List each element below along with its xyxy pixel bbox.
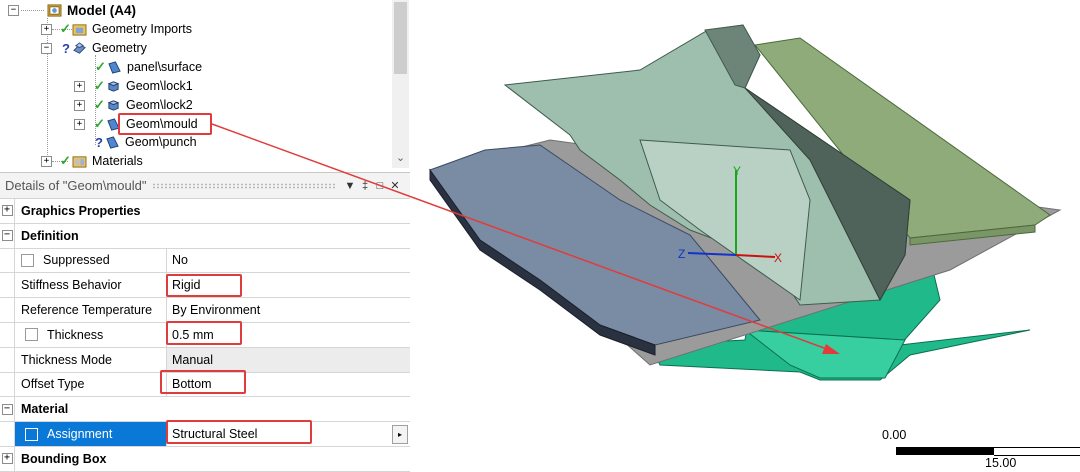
graphics-viewport[interactable]: Y Z X [410,0,1080,469]
collapse-icon[interactable]: − [41,42,52,54]
geometry-icon [73,41,86,54]
x-axis-label: X [774,251,782,265]
check-icon: ✓ [60,21,71,36]
property-name: Thickness Mode [15,347,167,372]
property-name: Offset Type [15,372,167,397]
tree-item-punch[interactable]: ? Geom\punch [95,133,199,151]
category-definition[interactable]: − Definition [0,223,410,249]
property-value[interactable]: Manual [167,347,410,372]
property-value[interactable]: By Environment [167,298,410,322]
checkbox[interactable] [25,427,38,441]
highlight-box [160,370,246,394]
property-name: Assignment [47,427,113,442]
category-label: Material [21,402,69,417]
category-label: Definition [21,228,79,243]
check-icon: ✓ [94,78,105,93]
property-name: Reference Temperature [15,298,167,322]
tree-scrollbar[interactable]: ⌄ [392,0,409,168]
property-name: Suppressed [43,253,110,268]
tree-item-panel-surface[interactable]: ✓ panel\surface [95,58,204,76]
question-icon: ? [95,134,103,150]
solid-body-icon [107,80,120,92]
dropdown-arrow-icon[interactable]: ▼ [343,180,357,192]
dropdown-arrow-icon[interactable]: ▸ [392,425,408,445]
tree-item-label: panel\surface [127,60,203,74]
highlight-box [118,113,212,135]
expand-icon[interactable]: + [41,155,52,167]
category-graphics-properties[interactable]: + Graphics Properties [0,199,410,224]
z-axis-label: Z [678,247,685,261]
tree-item-model[interactable]: − Model (A4) [8,1,138,19]
expand-icon[interactable]: + [74,80,85,92]
details-header: Details of "Geom\mould" ▼ ‡ □ ✕ [0,173,410,199]
checkbox[interactable] [21,253,34,267]
check-icon: ✓ [94,116,105,131]
tree-item-label: Geometry Imports [92,22,193,36]
grip-handle[interactable] [152,182,337,189]
property-name: Stiffness Behavior [15,273,167,298]
geometry-imports-icon [72,23,87,36]
scale-bar [896,447,1080,456]
check-icon: ✓ [95,59,106,74]
surface-body-icon [108,60,121,74]
tree-item-geometry[interactable]: − ? Geometry [41,39,149,57]
expand-icon[interactable]: + [74,99,85,111]
solid-body-icon [107,99,120,111]
tree-item-geometry-imports[interactable]: + ✓ Geometry Imports [41,20,194,38]
tree-item-label: Materials [92,154,143,168]
close-icon[interactable]: ✕ [388,179,402,192]
check-icon: ✓ [60,153,71,168]
collapse-icon[interactable]: − [1,403,13,415]
collapse-icon[interactable]: − [1,230,13,242]
chevron-down-icon[interactable]: ⌄ [392,151,409,164]
tree-item-lock1[interactable]: + ✓ Geom\lock1 [74,77,195,95]
expand-icon[interactable]: + [41,23,52,35]
property-name: Thickness [47,327,104,342]
tree-item-materials[interactable]: + ✓ Materials [41,152,145,168]
maximize-icon[interactable]: □ [373,180,387,192]
pin-icon[interactable]: ‡ [358,180,372,192]
highlight-box [166,321,242,345]
property-value[interactable]: No [167,249,410,273]
materials-icon [72,155,87,168]
expand-icon[interactable]: + [1,453,13,465]
tree-item-label: Model (A4) [67,2,136,18]
tree-item-lock2[interactable]: + ✓ Geom\lock2 [74,96,195,114]
property-row-suppressed[interactable]: Suppressed No [0,248,410,274]
category-label: Bounding Box [21,451,107,466]
outline-tree: − Model (A4) + ✓ Geometry Imports − ? Ge… [0,0,410,168]
checkbox[interactable] [25,328,38,342]
check-icon: ✓ [94,97,105,112]
category-material[interactable]: − Material [0,397,410,423]
details-panel: Details of "Geom\mould" ▼ ‡ □ ✕ + Graphi… [0,172,410,472]
expand-icon[interactable]: + [74,118,85,130]
question-icon: ? [62,40,70,56]
tree-item-label: Geom\lock1 [126,79,193,93]
collapse-icon[interactable]: − [8,4,19,16]
tree-item-label: Geometry [92,41,147,55]
category-label: Graphics Properties [21,203,141,218]
scrollbar-thumb[interactable] [394,2,407,74]
scale-end-label: 15.00 [985,456,1017,470]
highlight-box [166,420,312,444]
highlight-box [166,274,242,297]
property-row-reference-temperature[interactable]: Reference Temperature By Environment [0,298,410,323]
details-title: Details of "Geom\mould" [5,178,147,193]
expand-icon[interactable]: + [1,205,13,217]
property-row-thickness-mode[interactable]: Thickness Mode Manual [0,347,410,373]
category-bounding-box[interactable]: + Bounding Box [0,446,410,472]
tree-item-label: Geom\lock2 [126,98,193,112]
tree-item-label: Geom\punch [125,135,197,149]
surface-body-icon [106,135,119,149]
y-axis-label: Y [733,164,741,178]
scale-start-label: 0.00 [882,428,907,442]
model-icon [47,3,62,17]
